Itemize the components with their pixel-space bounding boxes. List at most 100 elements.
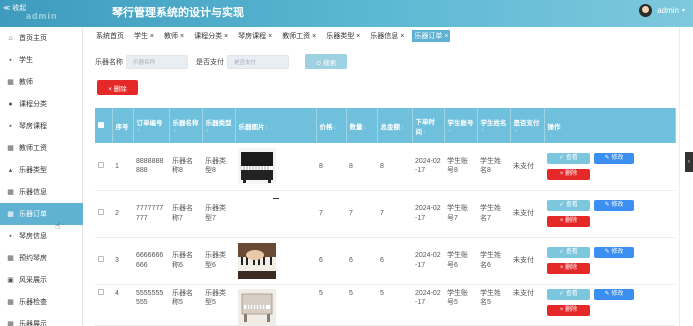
cell-order-no: 5555555555 — [133, 284, 169, 326]
tab[interactable]: 乐器类型 × — [324, 30, 362, 42]
sort-icon[interactable]: ↕ — [449, 128, 452, 134]
search-button[interactable]: ⊙ 搜索 — [305, 54, 347, 69]
bulk-delete-button[interactable]: × 删除 — [97, 80, 138, 95]
user-icon: ▪ — [9, 56, 12, 64]
cell-total: 5 — [377, 284, 412, 326]
book-icon: ▪ — [9, 232, 12, 240]
cell-actions: ✓ 查看 ✎ 修改 × 删除 — [544, 190, 675, 238]
sidebar-item[interactable]: ▪ 琴房信息 — [0, 225, 83, 247]
sidebar-item[interactable]: ▴ 乐器类型 — [0, 159, 83, 181]
tab[interactable]: 系统首页 — [94, 30, 126, 42]
row-checkbox[interactable] — [95, 143, 112, 191]
tab[interactable]: 教师工资 × — [280, 30, 318, 42]
cell-time: 2024-02-17 — [412, 190, 444, 238]
sort-icon[interactable]: ↕ — [364, 125, 367, 131]
sort-icon[interactable]: ↕ — [207, 128, 210, 134]
avatar — [639, 4, 653, 17]
sidebar-item[interactable]: ▦ 教师 — [0, 71, 83, 93]
view-button[interactable]: ✓ 查看 — [547, 247, 590, 258]
cell-type: 乐器类型5 — [202, 284, 235, 326]
sidebar-item[interactable]: ▦ 教师工资 — [0, 137, 83, 159]
tab[interactable]: 乐器信息 × — [368, 30, 406, 42]
edit-button[interactable]: ✎ 修改 — [594, 247, 634, 258]
image-icon: ▣ — [7, 277, 14, 284]
grid-icon: ▦ — [7, 211, 14, 218]
sidebar-item[interactable]: ▦ 乐器信息 — [0, 181, 83, 203]
edit-button[interactable]: ✎ 修改 — [594, 288, 634, 300]
row-checkbox[interactable] — [95, 284, 112, 326]
paid-select[interactable]: 是否支付 — [227, 54, 289, 69]
sidebar-item-label: 课程分类 — [19, 101, 47, 108]
row-checkbox[interactable] — [95, 237, 112, 285]
home-icon: ⌂ — [8, 34, 13, 42]
delete-button[interactable]: × 删除 — [547, 216, 590, 227]
sort-icon[interactable]: ↕ — [423, 130, 426, 136]
view-button[interactable]: ✓ 查看 — [547, 152, 590, 164]
chevron-down-icon: ▾ — [681, 8, 685, 14]
book-icon: ▪ — [9, 122, 12, 130]
sort-icon[interactable]: ↕ — [515, 128, 518, 134]
cell-name: 乐器名称5 — [169, 284, 202, 326]
tab[interactable]: 乐器订单 × — [412, 30, 451, 42]
tab[interactable]: 教师 × — [162, 30, 186, 42]
cell-order-no: 6666666666 — [133, 237, 169, 285]
sort-icon[interactable]: ↕ — [174, 128, 177, 134]
tab[interactable]: 琴房课程 × — [236, 30, 274, 42]
delete-button[interactable]: × 删除 — [547, 304, 590, 316]
column-header: 数量↕ — [346, 108, 378, 143]
table-row[interactable]: 4 5555555555 乐器名称5 乐器类型5 5 5 5 2024-02-17 学生账号5 学… — [95, 284, 675, 326]
row-checkbox[interactable] — [95, 190, 112, 238]
cell-price: 6 — [316, 237, 346, 285]
scrollbar[interactable] — [679, 27, 680, 326]
cell-total: 8 — [377, 143, 412, 191]
name-input[interactable]: 乐器名称 — [126, 54, 188, 69]
sidebar: ⌂ 首页主页 ▪ 学生 ▦ 教师 ● 课程分类 ▪ 琴房课程 ▦ 教师工资 ▴ 乐器类型 ▦ 乐器信息 ▦ 乐器订… — [0, 27, 83, 326]
sidebar-item[interactable]: ▦ 乐器展示 — [0, 313, 83, 326]
sidebar-item[interactable]: ▣ 风采展示 — [0, 269, 83, 291]
sidebar-item-label: 学生 — [19, 57, 33, 64]
edit-button[interactable]: ✎ 修改 — [594, 200, 634, 211]
view-button[interactable]: ✓ 查看 — [547, 200, 590, 211]
sidebar-item[interactable]: ▪ 学生 — [0, 49, 83, 71]
sort-icon[interactable]: ↕ — [401, 125, 404, 131]
tab[interactable]: 课程分类 × — [192, 30, 230, 42]
tab[interactable]: 学生 × — [132, 30, 156, 42]
sort-icon[interactable]: ↕ — [482, 128, 485, 134]
sort-icon[interactable]: ↕ — [334, 125, 337, 131]
cell-index: 2 — [112, 190, 133, 238]
cell-account: 学生账号7 — [444, 190, 477, 238]
collapse-sidebar-button[interactable]: ≪ 收起 — [3, 3, 26, 13]
cell-total: 6 — [377, 237, 412, 285]
column-header: 乐器图片↕ — [235, 108, 317, 143]
table-row[interactable]: 3 6666666666 乐器名称6 乐器类型6 6 6 6 2024-02-17 学生账号6 学… — [95, 237, 675, 285]
sidebar-item[interactable]: ▦ 乐器检查 — [0, 291, 83, 313]
sidebar-item[interactable]: ● 课程分类 — [0, 93, 83, 115]
sort-icon[interactable]: ↕ — [138, 128, 141, 134]
sidebar-item-label: 风采展示 — [19, 277, 47, 284]
top-header: ≪ 收起 admin 琴行管理系统的设计与实现 admin ▾ — [0, 0, 693, 27]
sidebar-item[interactable]: ▦ 乐器订单 — [0, 203, 83, 225]
cell-index: 1 — [112, 143, 133, 191]
chevron-left-icon[interactable]: ‹ — [685, 152, 693, 172]
view-button[interactable]: ✓ 查看 — [547, 288, 590, 300]
user-menu[interactable]: admin ▾ — [639, 4, 685, 17]
no-image-placeholder — [272, 197, 279, 199]
cell-type: 乐器类型8 — [202, 143, 235, 191]
grid-icon: ▦ — [7, 299, 14, 306]
delete-button[interactable]: × 删除 — [547, 168, 590, 180]
delete-button[interactable]: × 删除 — [547, 263, 590, 274]
paid-label: 是否支付 — [196, 58, 224, 66]
app-title: 琴行管理系统的设计与实现 — [112, 7, 244, 19]
cell-price: 5 — [316, 284, 346, 326]
sidebar-item[interactable]: ▦ 预约琴房 — [0, 247, 83, 269]
table-row[interactable]: 2 7777777777 乐器名称7 乐器类型7 7 7 7 2024-02-17 学生账号7 学… — [95, 190, 675, 238]
select-all-checkbox[interactable] — [95, 108, 113, 143]
edit-button[interactable]: ✎ 修改 — [594, 152, 634, 164]
sidebar-item[interactable]: ▪ 琴房课程 — [0, 115, 83, 137]
sort-icon[interactable]: ↕ — [266, 125, 269, 131]
sidebar-item[interactable]: ⌂ 首页主页 — [0, 27, 83, 49]
table-row[interactable]: 1 8888888888 乐器名称8 乐器类型8 8 8 8 2024-02-17 学生账号8 学… — [95, 143, 675, 191]
cell-actions: ✓ 查看 ✎ 修改 × 删除 — [544, 284, 675, 326]
column-header: 是否支付↕ — [510, 108, 545, 143]
table-header-row: 序号 订单编号↕ 乐器名称↕ 乐器类型↕ 乐器图片↕ 价格↕ 数量↕ 总金额↕ 下单时间↕ 学生账… — [95, 108, 676, 143]
